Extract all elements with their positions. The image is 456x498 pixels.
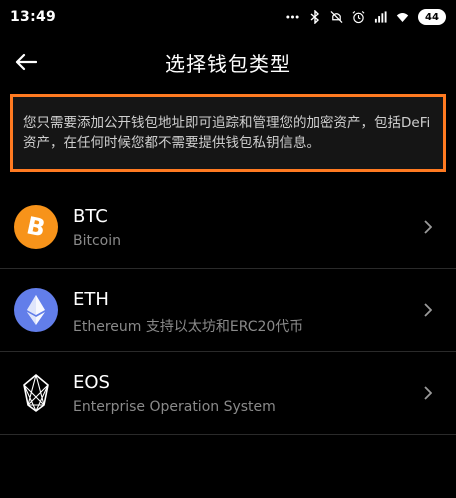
wallet-type-list: B BTC Bitcoin ETH Ethereum 支持以太坊和ERC20代币: [0, 186, 456, 435]
chevron-right-icon: [422, 385, 434, 401]
signal-hd-icon: [374, 11, 387, 24]
back-button[interactable]: [12, 48, 40, 76]
notice-text: 您只需要添加公开钱包地址即可追踪和管理您的加密资产，包括DeFi资产，在任何时候…: [23, 115, 431, 151]
wallet-item-eth[interactable]: ETH Ethereum 支持以太坊和ERC20代币: [0, 269, 456, 352]
eos-icon: [14, 371, 58, 415]
page-title: 选择钱包类型: [165, 51, 291, 76]
svg-text:B: B: [24, 213, 48, 241]
wallet-description: Enterprise Operation System: [73, 399, 276, 415]
bluetooth-icon: [308, 10, 321, 24]
arrow-left-icon: [15, 53, 37, 71]
ethereum-icon: [14, 288, 58, 332]
wifi-icon: [396, 11, 409, 24]
bitcoin-icon: B: [14, 205, 58, 249]
status-time: 13:49: [10, 9, 57, 25]
info-notice: 您只需要添加公开钱包地址即可追踪和管理您的加密资产，包括DeFi资产，在任何时候…: [10, 94, 446, 172]
ellipsis-icon: [286, 11, 299, 24]
wallet-description: Bitcoin: [73, 233, 122, 249]
chevron-right-icon: [422, 302, 434, 318]
navigation-bar: 选择钱包类型: [0, 34, 456, 90]
wallet-item-eos[interactable]: EOS Enterprise Operation System: [0, 352, 456, 435]
wallet-symbol: BTC: [73, 206, 108, 227]
status-icons: 44: [286, 9, 446, 25]
battery-indicator: 44: [418, 9, 446, 25]
wallet-description: Ethereum 支持以太坊和ERC20代币: [73, 319, 304, 335]
mute-icon: [330, 11, 343, 24]
wallet-symbol: EOS: [73, 372, 110, 393]
wallet-symbol: ETH: [73, 289, 109, 310]
chevron-right-icon: [422, 219, 434, 235]
alarm-icon: [352, 11, 365, 24]
wallet-item-btc[interactable]: B BTC Bitcoin: [0, 186, 456, 269]
status-bar: 13:49 44: [0, 0, 456, 34]
